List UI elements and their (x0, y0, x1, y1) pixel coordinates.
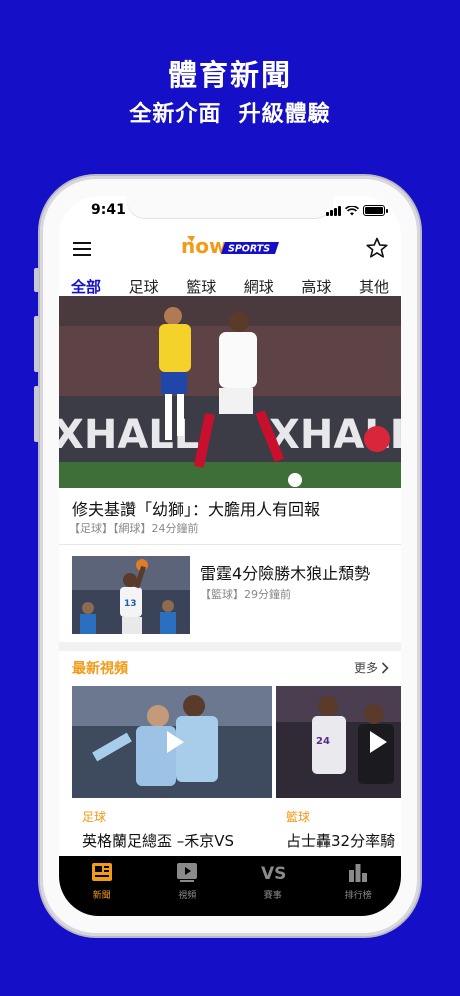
chevron-right-icon (381, 661, 389, 674)
more-videos-label: 更多 (353, 661, 378, 675)
svg-text:24: 24 (316, 736, 330, 747)
nav-matches-label: 賽事 (263, 891, 282, 901)
video-card[interactable]: 足球 英格蘭足總盃 –禾京VS (72, 686, 272, 856)
video-icon (177, 863, 198, 882)
latest-videos-header: 最新視頻 更多 (59, 656, 401, 678)
video-title: 占士轟32分率騎 (286, 832, 396, 850)
promo-subtitle: 全新介面 升級體驗 (129, 102, 331, 127)
tab-others[interactable]: 其他 (359, 276, 389, 298)
svg-text:VS: VS (261, 864, 286, 882)
logo-now-text: now (181, 234, 227, 258)
nav-news[interactable]: 新聞 (59, 856, 145, 916)
wifi-icon (345, 206, 359, 216)
article-item[interactable]: 13 雷霆4分險勝木狼止頹勢 【籃球】29分鐘前 (59, 552, 401, 638)
phone-volume-down (34, 386, 39, 442)
nav-matches[interactable]: VS 賽事 (230, 856, 316, 916)
video-category: 籃球 (286, 810, 311, 824)
hero-article-tags: 【足球】【網球】24分鐘前 (69, 522, 199, 535)
now-sports-logo: now SPORTS (181, 234, 279, 258)
nav-videos-label: 視頻 (178, 891, 197, 901)
hero-article-title[interactable]: 修夫基讚「幼獅」：大膽用人有回報 (72, 496, 320, 520)
hero-article-image[interactable]: XHALL XHALL (59, 296, 401, 488)
svg-text:13: 13 (124, 599, 137, 609)
bar-chart-icon (349, 864, 368, 882)
status-icons (326, 204, 388, 216)
tab-football[interactable]: 足球 (129, 276, 159, 298)
article-tags: 【籃球】29分鐘前 (200, 588, 291, 601)
video-category: 足球 (82, 810, 107, 824)
cellular-signal-icon (326, 206, 341, 216)
phone-mute-switch (34, 268, 39, 292)
nav-videos[interactable]: 視頻 (145, 856, 231, 916)
app-screen: 9:41 now SPORTS 全部 足球 籃球 網球 高球 其他 XHALL … (59, 196, 401, 916)
battery-icon (363, 205, 388, 216)
phone-frame: 9:41 now SPORTS 全部 足球 籃球 網球 高球 其他 XHALL … (34, 176, 420, 936)
tab-golf[interactable]: 高球 (301, 276, 331, 298)
more-videos-link[interactable]: 更多 (354, 659, 389, 676)
app-header: now SPORTS (59, 230, 401, 266)
promo-title: 體育新聞 (167, 58, 292, 92)
article-thumbnail: 13 (72, 556, 190, 634)
notch (127, 196, 333, 218)
hero-photo: XHALL XHALL (59, 296, 401, 488)
status-time: 9:41 (91, 202, 126, 218)
play-icon (167, 731, 184, 753)
star-icon[interactable] (365, 236, 389, 260)
divider (59, 544, 401, 545)
latest-videos-label: 最新視頻 (72, 661, 128, 677)
play-icon (370, 731, 387, 753)
bottom-nav: 新聞 視頻 VS 賽事 排行榜 (59, 856, 401, 916)
nav-news-label: 新聞 (92, 891, 111, 901)
vs-icon: VS (261, 864, 286, 882)
hamburger-menu-icon[interactable] (73, 242, 91, 256)
section-divider (59, 642, 401, 651)
category-tabs: 全部 足球 籃球 網球 高球 其他 (59, 276, 401, 298)
tab-tennis[interactable]: 網球 (244, 276, 274, 298)
logo-sports-text: SPORTS (228, 244, 270, 255)
nav-rankings-label: 排行榜 (344, 891, 372, 901)
phone-volume-up (34, 316, 39, 372)
tab-all[interactable]: 全部 (71, 276, 101, 298)
video-thumbnail: 24 (276, 686, 401, 798)
video-card[interactable]: 24 籃球 占士轟32分率騎 (276, 686, 401, 856)
newspaper-icon (91, 863, 112, 881)
article-title: 雷霆4分險勝木狼止頹勢 (200, 564, 371, 583)
tab-basketball[interactable]: 籃球 (186, 276, 216, 298)
nav-rankings[interactable]: 排行榜 (316, 856, 402, 916)
video-thumbnail (72, 686, 272, 798)
video-title: 英格蘭足總盃 –禾京VS (82, 832, 235, 850)
